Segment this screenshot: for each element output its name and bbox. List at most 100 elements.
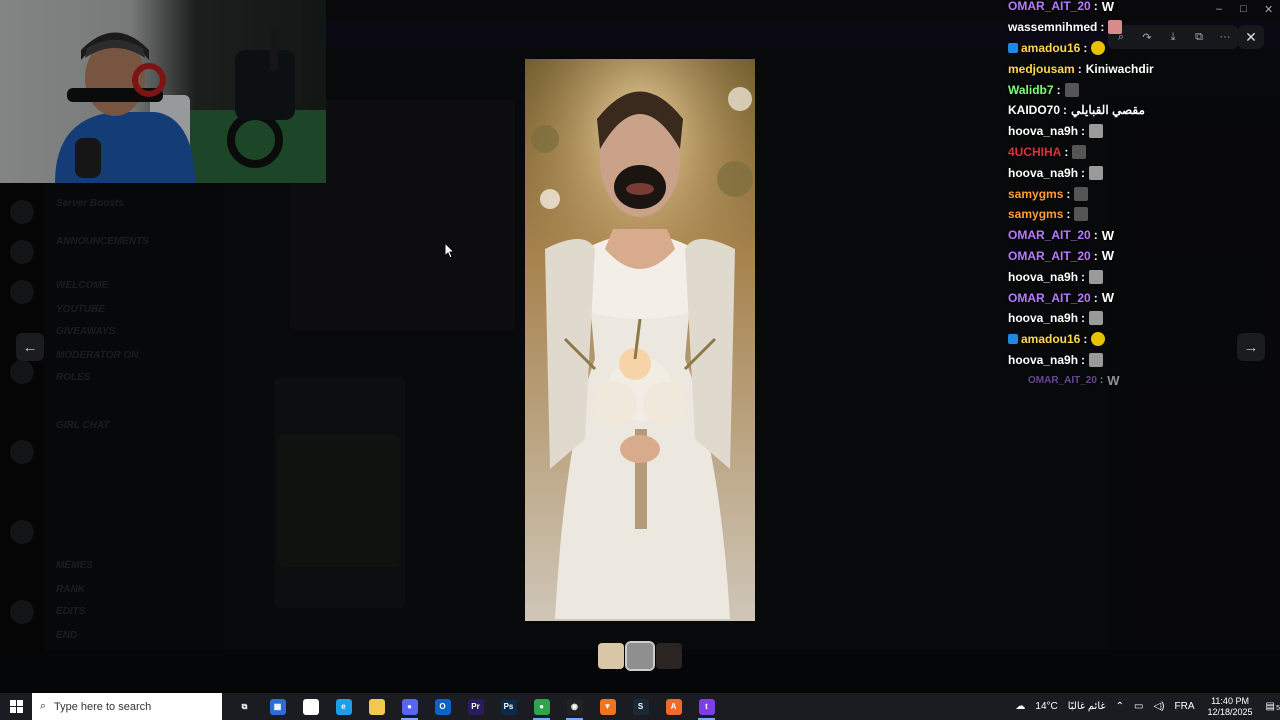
- chrome-icon: ●: [533, 698, 550, 715]
- weather-text[interactable]: غائم غالبًا: [1068, 701, 1106, 712]
- next-image-button[interactable]: →: [1237, 333, 1265, 361]
- network-icon[interactable]: ▭: [1134, 701, 1143, 712]
- user-badge-icon: [1008, 334, 1018, 345]
- chat-username[interactable]: 4UCHIHA: [1008, 145, 1061, 159]
- chat-message: OMAR_AIT_20: W: [1000, 287, 1210, 308]
- chat-username[interactable]: OMAR_AIT_20: [1008, 0, 1091, 13]
- chat-username[interactable]: KAIDO70: [1008, 103, 1060, 117]
- emote-icon: [1091, 332, 1106, 347]
- chat-message: KAIDO70: مقصي القبايلي: [1000, 100, 1210, 121]
- chat-message: OMAR_AIT_20: W: [1000, 0, 1210, 17]
- chat-username[interactable]: amadou16: [1021, 332, 1080, 346]
- chat-username[interactable]: Walidb7: [1008, 83, 1054, 97]
- chat-text: Kiniwachdir: [1085, 61, 1154, 76]
- chat-message: OMAR_AIT_20: W: [1000, 225, 1210, 246]
- chat-separator: :: [1081, 352, 1086, 367]
- emote-icon: [1074, 207, 1089, 222]
- close-viewer-button[interactable]: ✕: [1238, 25, 1264, 49]
- chat-message: OMAR_AIT_20: W: [1000, 370, 1210, 391]
- chat-separator: :: [1100, 20, 1105, 35]
- chat-separator: :: [1066, 207, 1071, 222]
- weather-icon[interactable]: ☁: [1015, 701, 1025, 712]
- chat-message: hoova_na9h:: [1000, 308, 1210, 329]
- chrome-button[interactable]: ●: [525, 693, 558, 720]
- taskbar-search[interactable]: ⌕ Type here to search: [32, 693, 222, 720]
- chat-username[interactable]: medjousam: [1008, 62, 1075, 76]
- premiere-button[interactable]: Pr: [459, 693, 492, 720]
- task-view-icon: ⧉: [236, 698, 253, 715]
- emote-icon: [1089, 352, 1104, 367]
- emote-icon: [1089, 124, 1104, 139]
- photoshop-button[interactable]: Ps: [492, 693, 525, 720]
- chat-username[interactable]: hoova_na9h: [1008, 311, 1078, 325]
- chat-username[interactable]: wassemnihmed: [1008, 20, 1097, 34]
- chat-separator: :: [1081, 165, 1086, 180]
- w-emote-icon: W: [1101, 248, 1114, 264]
- thumbnail[interactable]: [598, 643, 624, 669]
- thumbnail-active[interactable]: [625, 641, 655, 671]
- twitch-button[interactable]: t: [690, 693, 723, 720]
- minimize-icon[interactable]: –: [1216, 3, 1222, 15]
- stream-chat-overlay: OMAR_AIT_20: Wwassemnihmed: amadou16: medjo…: [1000, 0, 1210, 391]
- file-button[interactable]: [294, 693, 327, 720]
- microsoft-store-button[interactable]: ▦: [261, 693, 294, 720]
- emote-icon: [1089, 165, 1104, 180]
- chat-message: amadou16:: [1000, 329, 1210, 350]
- chat-username[interactable]: OMAR_AIT_20: [1008, 228, 1091, 242]
- previous-image-button[interactable]: ←: [16, 333, 44, 361]
- window-close-icon[interactable]: ✕: [1264, 3, 1273, 16]
- chat-separator: :: [1077, 61, 1082, 76]
- more-icon[interactable]: ···: [1216, 31, 1234, 43]
- weather-temp[interactable]: 14°C: [1035, 701, 1057, 712]
- twitch-icon: t: [698, 698, 715, 715]
- mouse-cursor-icon: [445, 243, 455, 259]
- brave-button[interactable]: ▼: [591, 693, 624, 720]
- steam-icon: S: [632, 698, 649, 715]
- arrow-left-icon: ←: [22, 338, 38, 356]
- w-emote-icon: W: [1101, 0, 1114, 14]
- chat-username[interactable]: samygms: [1008, 207, 1063, 221]
- chat-message: Walidb7:: [1000, 79, 1210, 100]
- chat-separator: :: [1093, 228, 1098, 243]
- chat-username[interactable]: hoova_na9h: [1008, 124, 1078, 138]
- chat-separator: :: [1064, 144, 1069, 159]
- close-icon: ✕: [1245, 28, 1257, 45]
- chat-username[interactable]: samygms: [1008, 187, 1063, 201]
- chat-message: amadou16:: [1000, 38, 1210, 59]
- outlook-icon: O: [434, 698, 451, 715]
- chat-separator: :: [1063, 103, 1068, 118]
- notification-icon[interactable]: ▤ 5: [1266, 701, 1280, 712]
- obs-button[interactable]: ◉: [558, 693, 591, 720]
- volume-icon[interactable]: ◁): [1153, 701, 1164, 712]
- file-explorer-button[interactable]: [360, 693, 393, 720]
- chat-username[interactable]: hoova_na9h: [1008, 166, 1078, 180]
- chat-username[interactable]: OMAR_AIT_20: [1028, 375, 1097, 386]
- steam-button[interactable]: S: [624, 693, 657, 720]
- thumbnail[interactable]: [656, 643, 682, 669]
- chat-username[interactable]: hoova_na9h: [1008, 270, 1078, 284]
- discord-button[interactable]: ●: [393, 693, 426, 720]
- language-indicator[interactable]: FRA: [1175, 701, 1195, 712]
- chat-separator: :: [1093, 0, 1098, 14]
- emote-icon: [1089, 311, 1104, 326]
- outlook-button[interactable]: O: [426, 693, 459, 720]
- chat-username[interactable]: OMAR_AIT_20: [1008, 291, 1091, 305]
- chat-message: medjousam: Kiniwachdir: [1000, 58, 1210, 79]
- clock[interactable]: 11:40 PM 12/18/2025: [1208, 696, 1253, 718]
- date-text: 12/18/2025: [1207, 706, 1253, 717]
- chat-username[interactable]: amadou16: [1021, 41, 1080, 55]
- arrow-right-icon: →: [1243, 338, 1259, 356]
- maximize-icon[interactable]: □: [1240, 3, 1247, 15]
- start-button[interactable]: [0, 693, 32, 720]
- edge-button[interactable]: e: [327, 693, 360, 720]
- time-text: 11:40 PM: [1211, 695, 1249, 706]
- chat-username[interactable]: hoova_na9h: [1008, 353, 1078, 367]
- chat-separator: :: [1099, 375, 1104, 387]
- chevron-up-icon[interactable]: ⌃: [1116, 701, 1124, 712]
- chat-message: OMAR_AIT_20: W: [1000, 246, 1210, 267]
- chat-message: wassemnihmed:: [1000, 17, 1210, 38]
- chat-username[interactable]: OMAR_AIT_20: [1008, 249, 1091, 263]
- emote-icon: [1072, 144, 1087, 159]
- task-view-button[interactable]: ⧉: [228, 693, 261, 720]
- app-orange-button[interactable]: A: [657, 693, 690, 720]
